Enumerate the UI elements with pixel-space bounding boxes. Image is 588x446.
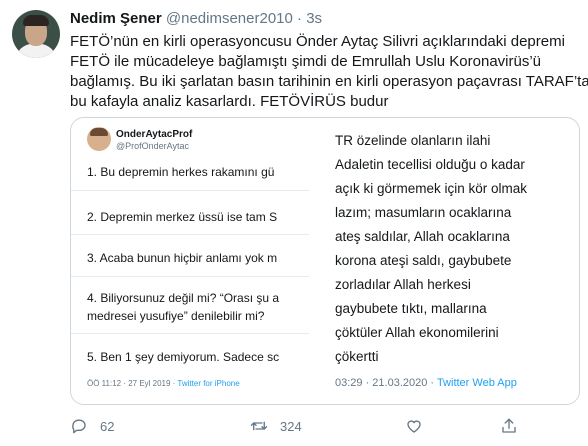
embedded-tweet-line: 1. Bu depremin herkes rakamını gü bbox=[87, 165, 275, 179]
separator-dot: · bbox=[297, 10, 303, 27]
embedded-divider bbox=[71, 190, 309, 191]
like-button[interactable] bbox=[405, 414, 423, 438]
embedded-tweet-line: 3. Acaba bunun hiçbir anlamı yok m bbox=[87, 251, 278, 265]
embedded-author-name: OnderAytacProf bbox=[116, 129, 193, 140]
embedded-author-handle: @ProfOnderAytac bbox=[116, 141, 190, 151]
embedded-tweet-line: çökertti bbox=[335, 349, 379, 364]
retweet-button[interactable]: 324 bbox=[250, 414, 302, 438]
embedded-tweet-line: korona ateşi saldı, gaybubete bbox=[335, 253, 512, 268]
author-name[interactable]: Nedim Şener bbox=[70, 10, 162, 27]
embedded-divider bbox=[71, 333, 309, 334]
embedded-footer: ÖÖ 11:12 · 27 Eyl 2019 · Twitter for iPh… bbox=[87, 379, 240, 388]
embedded-footer: 03:29 · 21.03.2020 · Twitter Web App bbox=[335, 377, 517, 389]
reply-button[interactable]: 62 bbox=[70, 414, 114, 438]
tweet-text-line: FETÖ’nün en kirli operasyoncusu Önder Ay… bbox=[70, 33, 565, 50]
embedded-tweet-line: çöktüler Allah ekonomilerini bbox=[335, 325, 499, 340]
share-button[interactable] bbox=[500, 414, 518, 438]
tweet-text: FETÖ’nün en kirli operasyoncusu Önder Ay… bbox=[70, 32, 588, 112]
tweet-text-line: bağlamış. Bu iki şarlatan basın tarihini… bbox=[70, 73, 588, 90]
embedded-tweet-line: lazım; masumların ocaklarına bbox=[335, 205, 512, 220]
embedded-footer-source: Twitter Web App bbox=[436, 377, 517, 389]
like-icon bbox=[407, 420, 421, 433]
tweet-text-line: bu kafayla analiz kasarlardı. FETÖVİRÜS … bbox=[70, 93, 389, 110]
media-image-right[interactable]: TR özelinde olanların ilahi Adaletin tec… bbox=[311, 118, 579, 404]
embedded-tweet-line: Adaletin tecellisi olduğu o kadar bbox=[335, 157, 525, 172]
tweet-actions: 62 324 bbox=[70, 414, 570, 438]
media-image-left[interactable]: OnderAytacProf @ProfOnderAytac 1. Bu dep… bbox=[71, 118, 309, 404]
retweet-count: 324 bbox=[280, 418, 302, 434]
avatar-hair bbox=[23, 15, 49, 26]
embedded-divider bbox=[71, 234, 309, 235]
embedded-tweet-line: zorladılar Allah herkesi bbox=[335, 277, 471, 292]
embedded-footer-time: ÖÖ 11:12 · 27 Eyl 2019 · bbox=[87, 379, 176, 388]
tweet-header: Nedim Şener @nedimsener2010 · 3s bbox=[70, 9, 322, 28]
embedded-tweet-line: medresei yusufiye” denilebilir mi? bbox=[87, 309, 265, 323]
tweet: Nedim Şener @nedimsener2010 · 3s FETÖ’nü… bbox=[0, 0, 588, 446]
author-handle[interactable]: @nedimsener2010 bbox=[166, 10, 293, 27]
embedded-tweet-line: gaybubete tıktı, mallarına bbox=[335, 301, 487, 316]
embedded-footer-source: Twitter for iPhone bbox=[177, 379, 240, 388]
embedded-divider bbox=[71, 276, 309, 277]
embedded-tweet-line: TR özelinde olanların ilahi bbox=[335, 133, 491, 148]
share-icon bbox=[502, 418, 516, 433]
reply-icon bbox=[72, 419, 86, 434]
reply-count: 62 bbox=[100, 418, 115, 434]
tweet-text-line: FETÖ ile mücadeleye bağlamıştı şimdi de … bbox=[70, 53, 542, 70]
avatar-shirt bbox=[16, 44, 56, 58]
tweet-time[interactable]: 3s bbox=[306, 10, 322, 27]
embedded-footer-time: 03:29 · 21.03.2020 · bbox=[335, 377, 435, 389]
tweet-media[interactable]: OnderAytacProf @ProfOnderAytac 1. Bu dep… bbox=[70, 117, 580, 405]
embedded-tweet-line: ateş saldılar, Allah ocaklarına bbox=[335, 229, 510, 244]
retweet-icon bbox=[250, 421, 268, 431]
embedded-tweet-line: 5. Ben 1 şey demiyorum. Sadece sc bbox=[87, 350, 280, 364]
embedded-tweet-line: 4. Biliyorsunuz değil mi? “Orası şu a bbox=[87, 291, 280, 305]
embedded-tweet-line: açık ki görmemek için kör olmak bbox=[335, 181, 528, 196]
avatar[interactable] bbox=[12, 10, 60, 58]
embedded-tweet-line: 2. Depremin merkez üssü ise tam S bbox=[87, 210, 278, 224]
embedded-avatar bbox=[87, 127, 111, 151]
